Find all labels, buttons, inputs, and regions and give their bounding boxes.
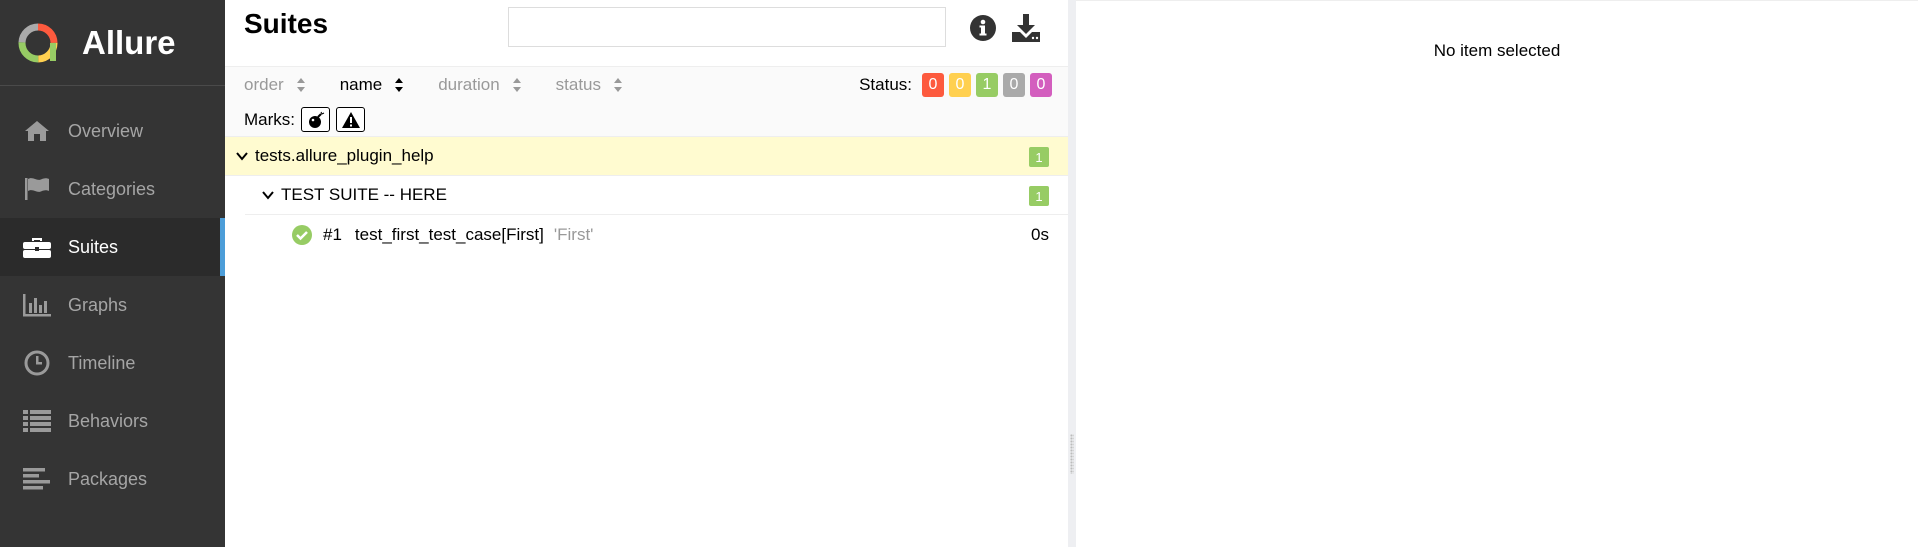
warning-icon	[341, 111, 360, 128]
chevron-down-icon	[262, 191, 274, 200]
sidebar-item-label: Packages	[68, 468, 148, 489]
flag-icon	[22, 174, 52, 204]
passed-count-badge: 1	[1029, 186, 1049, 206]
home-icon	[22, 116, 52, 146]
suite-group-root[interactable]: tests.allure_plugin_help 1	[225, 137, 1068, 176]
status-skipped-toggle[interactable]: 0	[1003, 73, 1025, 97]
sidebar-item-label: Timeline	[68, 352, 136, 373]
sidebar-item-timeline[interactable]: Timeline	[0, 334, 225, 392]
page-title: Suites	[244, 8, 329, 39]
passed-check-icon	[292, 225, 312, 245]
sort-icon	[395, 78, 404, 92]
chevron-down-icon	[236, 152, 248, 161]
info-icon	[970, 15, 996, 41]
sorter-label: order	[244, 75, 284, 94]
sidebar-item-packages[interactable]: Packages	[0, 450, 225, 508]
test-case-row[interactable]: #1 test_first_test_case[First] 'First' 0…	[225, 215, 1068, 255]
sidebar-item-overview[interactable]: Overview	[0, 102, 225, 160]
grip-dots	[1070, 434, 1074, 474]
sort-duration[interactable]: duration	[438, 75, 521, 95]
clock-icon	[22, 348, 52, 378]
marks-label: Marks:	[244, 109, 295, 129]
status-broken-toggle[interactable]: 0	[949, 73, 971, 97]
new-failed-mark-toggle[interactable]	[336, 107, 365, 132]
sidebar-item-label: Suites	[68, 236, 119, 257]
sidebar-item-graphs[interactable]: Graphs	[0, 276, 225, 334]
suites-pane: Suites order name duration status Status…	[225, 0, 1068, 547]
sorter-label: name	[339, 75, 383, 94]
sorter-group: order name duration status	[244, 75, 657, 95]
status-failed-toggle[interactable]: 0	[922, 73, 944, 97]
briefcase-icon	[22, 232, 52, 262]
test-parameter: 'First'	[553, 225, 594, 244]
status-label: Status:	[859, 75, 912, 94]
brand-name: Allure	[82, 23, 176, 61]
suite-name: tests.allure_plugin_help	[255, 146, 434, 165]
bomb-icon	[308, 111, 324, 128]
test-number: #1	[323, 225, 342, 244]
suite-tree: tests.allure_plugin_help 1 TEST SUITE --…	[225, 137, 1068, 255]
sidebar-item-label: Graphs	[68, 294, 128, 315]
status-passed-toggle[interactable]: 1	[976, 73, 998, 97]
download-icon	[1012, 14, 1040, 42]
sidebar-item-label: Behaviors	[68, 410, 149, 431]
pane-header: Suites	[225, 0, 1068, 67]
sort-icon	[614, 78, 623, 92]
search-input[interactable]	[508, 7, 946, 47]
sorter-label: duration	[438, 75, 500, 94]
marks-filter: Marks:	[244, 107, 365, 132]
sidebar-item-label: Overview	[68, 120, 144, 141]
sort-order[interactable]: order	[244, 75, 306, 95]
toolbar: order name duration status Status: 0 0 1…	[225, 67, 1068, 137]
align-left-icon	[22, 464, 52, 494]
sort-icon	[296, 78, 305, 92]
empty-state-message: No item selected	[1433, 41, 1561, 60]
info-button[interactable]	[967, 12, 999, 44]
brand[interactable]: Allure	[0, 0, 225, 86]
sorter-label: status	[555, 75, 602, 94]
list-icon	[22, 406, 52, 436]
allure-logo-icon	[18, 23, 58, 62]
sidebar-item-label: Categories	[68, 178, 156, 199]
pane-resize-handle[interactable]	[1068, 0, 1076, 547]
download-button[interactable]	[1010, 12, 1042, 44]
nav-menu: Overview Categories Suites Graphs Timeli…	[0, 102, 225, 508]
status-filter: Status: 0 0 1 0 0	[859, 73, 1052, 97]
suite-name: TEST SUITE -- HERE	[281, 185, 447, 204]
suite-group-child[interactable]: TEST SUITE -- HERE 1	[245, 176, 1068, 215]
test-duration: 0s	[1031, 225, 1049, 244]
detail-pane: No item selected	[1076, 0, 1918, 547]
passed-count-badge: 1	[1029, 147, 1049, 167]
sidebar-item-suites[interactable]: Suites	[0, 218, 225, 276]
sort-status[interactable]: status	[556, 75, 623, 95]
flaky-mark-toggle[interactable]	[301, 107, 330, 132]
sort-name[interactable]: name	[340, 75, 405, 95]
bar-chart-icon	[22, 290, 52, 320]
sidebar-item-behaviors[interactable]: Behaviors	[0, 392, 225, 450]
sidebar: Allure Overview Categories Suites Graphs	[0, 0, 225, 547]
sidebar-item-categories[interactable]: Categories	[0, 160, 225, 218]
status-unknown-toggle[interactable]: 0	[1030, 73, 1052, 97]
sort-icon	[512, 78, 521, 92]
test-name: test_first_test_case[First]	[354, 225, 544, 244]
